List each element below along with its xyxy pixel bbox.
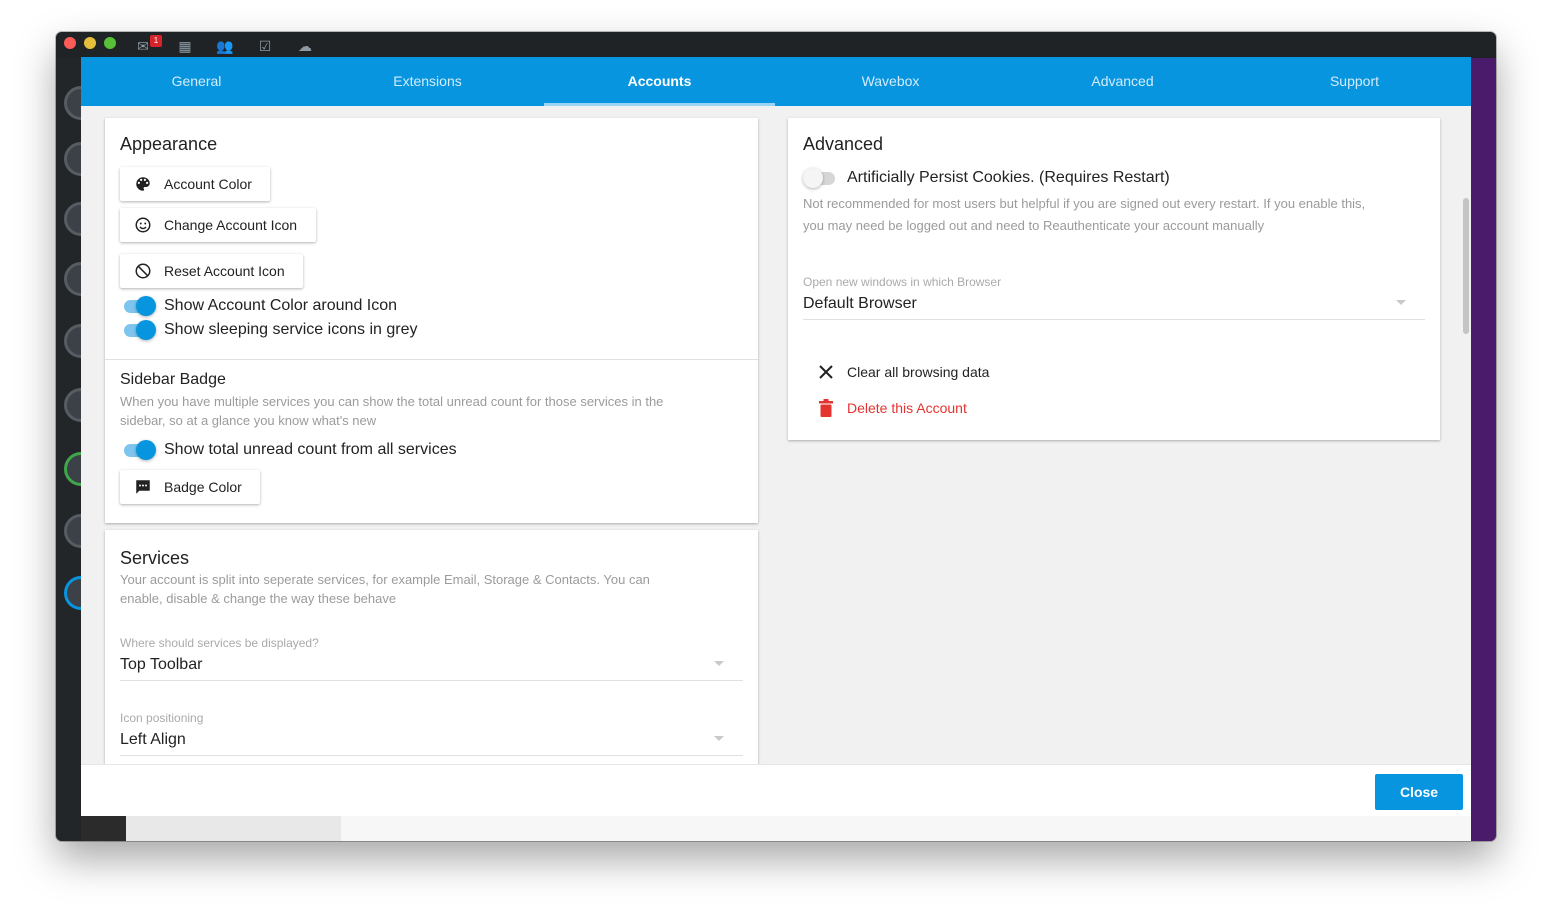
close-window-button[interactable] xyxy=(64,37,76,49)
persist-cookies-toggle[interactable] xyxy=(803,168,837,188)
delete-account-label: Delete this Account xyxy=(847,400,967,416)
account-sidebar xyxy=(56,58,98,841)
tab-extensions[interactable]: Extensions xyxy=(312,57,543,106)
show-sleeping-grey-label: Show sleeping service icons in grey xyxy=(164,321,418,338)
persist-cookies-help-1: Not recommended for most users but helpf… xyxy=(803,196,1366,211)
tab-general[interactable]: General xyxy=(81,57,312,106)
delete-account-button[interactable]: Delete this Account xyxy=(803,394,1023,422)
persist-cookies-label: Artificially Persist Cookies. (Requires … xyxy=(847,169,1170,186)
dialog-footer: Close xyxy=(81,764,1471,816)
tasks-icon[interactable]: ☑ xyxy=(256,38,274,54)
show-sleeping-grey-toggle[interactable] xyxy=(122,320,156,340)
change-account-icon-label: Change Account Icon xyxy=(164,217,298,233)
palette-icon xyxy=(136,177,150,191)
services-help-2: enable, disable & change the way these b… xyxy=(120,591,397,606)
clear-browsing-data-label: Clear all browsing data xyxy=(847,364,990,380)
total-unread-label: Show total unread count from all service… xyxy=(164,441,457,458)
change-account-icon-button[interactable]: Change Account Icon xyxy=(120,208,316,242)
advanced-card: Advanced Artificially Persist Cookies. (… xyxy=(788,118,1440,440)
close-button[interactable]: Close xyxy=(1375,774,1463,810)
account-color-label: Account Color xyxy=(164,176,252,192)
contacts-icon[interactable]: 👥 xyxy=(216,38,234,54)
reset-account-icon-button[interactable]: Reset Account Icon xyxy=(120,254,303,288)
close-icon xyxy=(819,365,833,379)
services-card: Services Your account is split into sepe… xyxy=(105,530,758,764)
clear-browsing-data-button[interactable]: Clear all browsing data xyxy=(803,358,1023,386)
total-unread-toggle[interactable] xyxy=(122,440,156,460)
services-help-1: Your account is split into seperate serv… xyxy=(120,572,650,587)
select-underline xyxy=(120,755,743,756)
show-account-color-toggle[interactable] xyxy=(122,296,156,316)
title-bar: ✉ 1 ▦ 👥 ☑ ☁ xyxy=(56,32,1496,58)
icon-positioning-label: Icon positioning xyxy=(120,711,204,725)
content-scrollbar[interactable] xyxy=(1463,198,1469,334)
icon-positioning-select[interactable]: Left Align xyxy=(120,731,186,749)
calendar-icon[interactable]: ▦ xyxy=(176,38,194,54)
settings-tab-bar: General Extensions Accounts Wavebox Adva… xyxy=(81,57,1471,106)
reset-account-icon-label: Reset Account Icon xyxy=(164,263,285,279)
sidebar-badge-help-2: sidebar, so at a glance you know what's … xyxy=(120,413,377,428)
dropdown-arrow-icon[interactable] xyxy=(714,661,724,666)
advanced-title: Advanced xyxy=(803,134,884,154)
mail-unread-badge: 1 xyxy=(150,35,162,47)
cloud-icon[interactable]: ☁ xyxy=(296,38,314,54)
settings-content: Appearance Account Color Change Account … xyxy=(81,106,1471,764)
sidebar-badge-help-1: When you have multiple services you can … xyxy=(120,394,664,409)
services-display-label: Where should services be displayed? xyxy=(120,636,319,650)
badge-color-button[interactable]: Badge Color xyxy=(120,470,260,504)
browser-select[interactable]: Default Browser xyxy=(803,295,917,313)
background-content xyxy=(341,816,1471,841)
appearance-card: Appearance Account Color Change Account … xyxy=(105,118,758,523)
background-webview xyxy=(1471,58,1496,841)
services-display-select[interactable]: Top Toolbar xyxy=(120,656,202,674)
block-icon xyxy=(135,263,151,279)
services-title: Services xyxy=(120,548,190,568)
zoom-window-button[interactable] xyxy=(104,37,116,49)
tab-wavebox[interactable]: Wavebox xyxy=(775,57,1006,106)
settings-dialog: General Extensions Accounts Wavebox Adva… xyxy=(81,57,1471,816)
chat-bubble-icon xyxy=(136,480,150,494)
select-underline xyxy=(803,319,1425,320)
tab-support[interactable]: Support xyxy=(1239,57,1470,106)
trash-icon xyxy=(819,399,833,417)
badge-color-label: Badge Color xyxy=(164,479,242,495)
sidebar-badge-title: Sidebar Badge xyxy=(120,371,226,388)
minimize-window-button[interactable] xyxy=(84,37,96,49)
smiley-icon xyxy=(135,217,151,233)
section-divider xyxy=(105,359,758,360)
dropdown-arrow-icon[interactable] xyxy=(1396,300,1406,305)
account-color-button[interactable]: Account Color xyxy=(120,167,270,201)
background-toolbar xyxy=(126,816,341,841)
dropdown-arrow-icon[interactable] xyxy=(714,736,724,741)
select-underline xyxy=(120,680,743,681)
tab-accounts[interactable]: Accounts xyxy=(544,57,775,106)
appearance-title: Appearance xyxy=(120,134,218,154)
persist-cookies-help-2: you may need be logged out and need to R… xyxy=(803,218,1265,233)
tab-advanced[interactable]: Advanced xyxy=(1007,57,1238,106)
browser-select-label: Open new windows in which Browser xyxy=(803,275,1002,289)
show-account-color-label: Show Account Color around Icon xyxy=(164,297,398,314)
